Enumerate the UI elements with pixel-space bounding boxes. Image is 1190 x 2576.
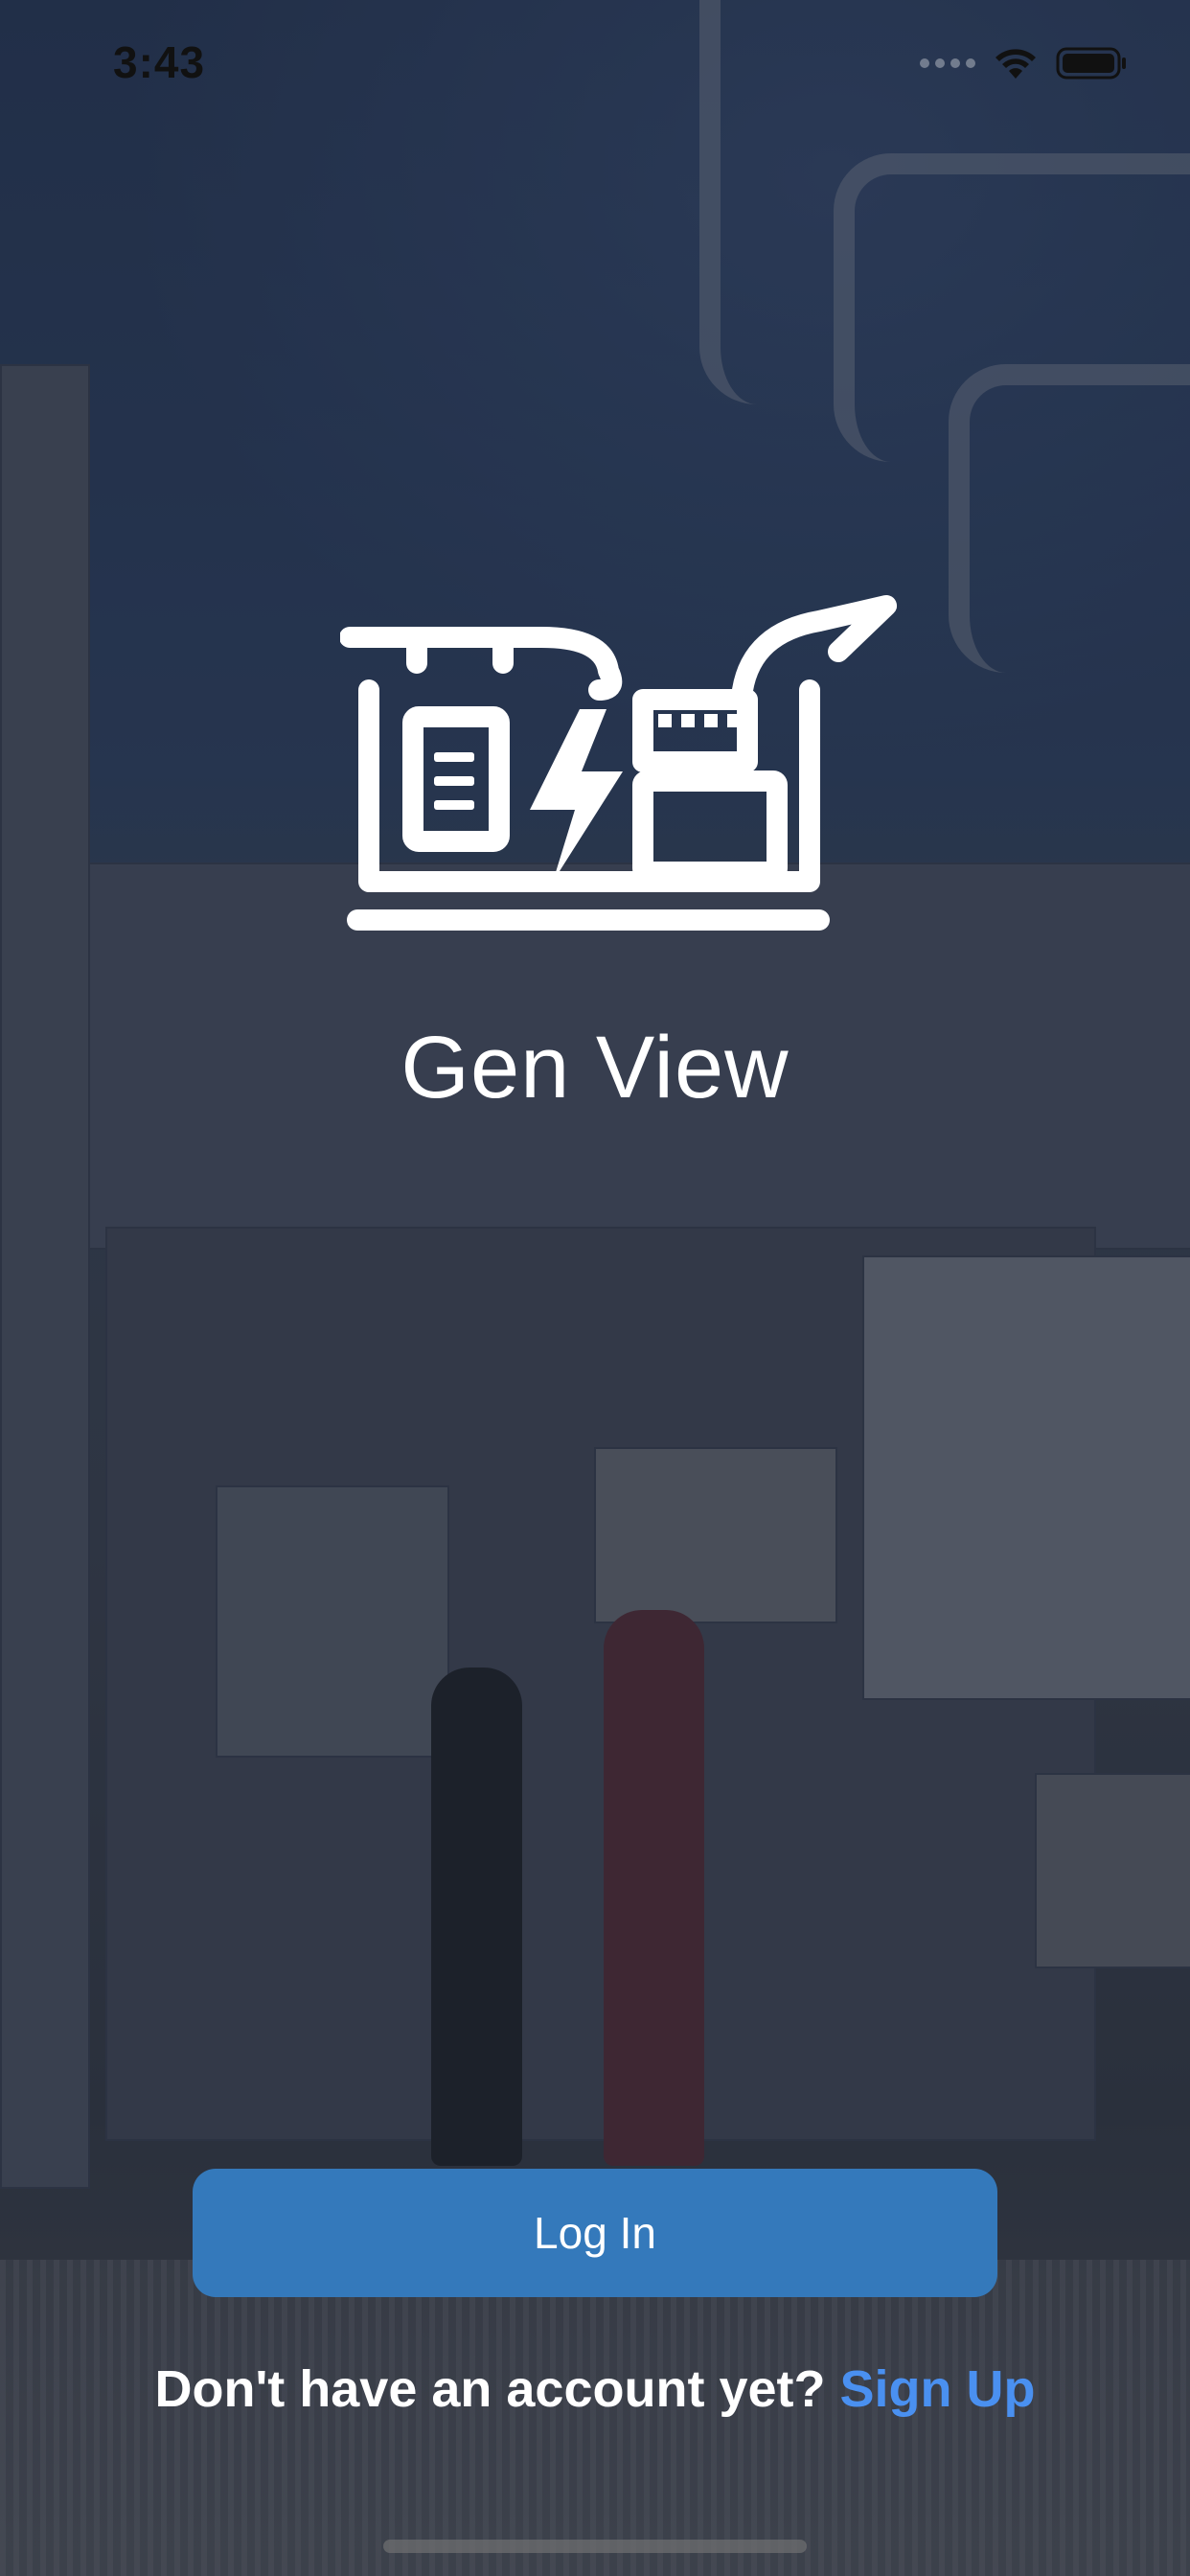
signal-icon [920,58,975,68]
signup-prompt: Don't have an account yet? Sign Up [0,2359,1190,2419]
status-bar: 3:43 [0,0,1190,134]
login-button[interactable]: Log In [193,2169,997,2297]
splash-screen: 3:43 Gen View Log In Don't have an accou… [0,0,1190,2576]
status-time: 3:43 [113,37,206,87]
login-button-label: Log In [534,2208,656,2258]
signup-link[interactable]: Sign Up [840,2360,1036,2418]
wifi-icon [993,46,1039,80]
signup-prompt-text: Don't have an account yet? [154,2360,826,2418]
generator-icon [339,594,905,939]
battery-icon [1056,46,1129,80]
home-indicator[interactable] [383,2540,807,2553]
status-icons [920,46,1129,80]
app-title: Gen View [400,1019,790,1116]
